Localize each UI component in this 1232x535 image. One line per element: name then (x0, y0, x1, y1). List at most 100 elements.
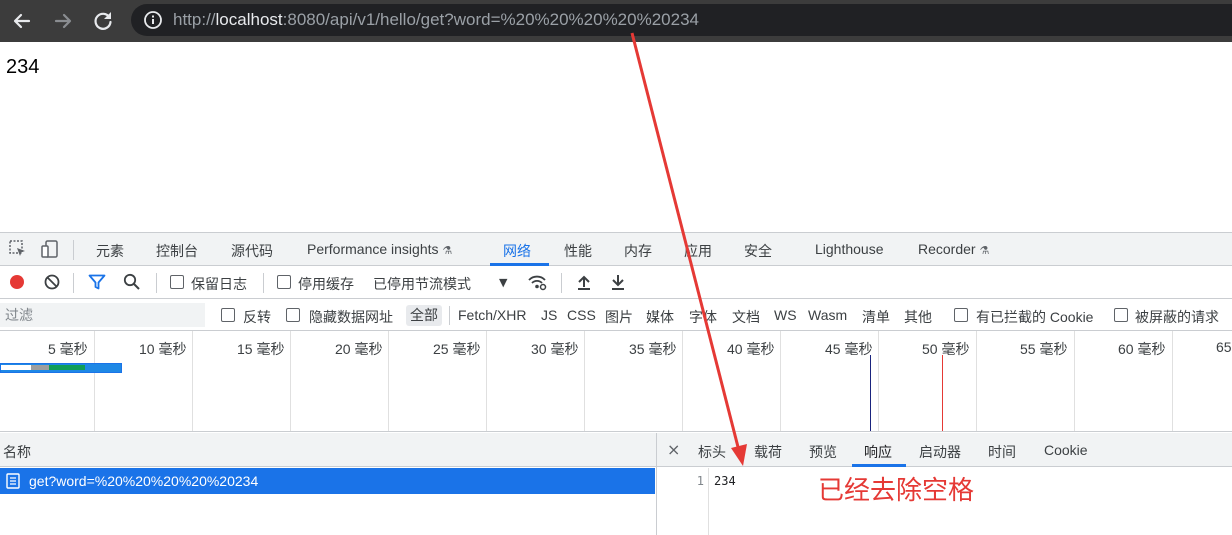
tab-preview[interactable]: 预览 (809, 442, 837, 462)
network-overview[interactable]: 5 毫秒 10 毫秒 15 毫秒 20 毫秒 25 毫秒 30 毫秒 35 毫秒… (0, 331, 1232, 432)
url-text[interactable]: http://localhost:8080/api/v1/hello/get?w… (173, 10, 699, 30)
tab-headers[interactable]: 标头 (698, 442, 726, 462)
waterfall-bar (0, 363, 122, 373)
name-header-label: 名称 (3, 445, 31, 461)
filter-type-css[interactable]: CSS (567, 307, 596, 323)
filter-toggle[interactable] (87, 272, 107, 292)
tab-sources[interactable]: 源代码 (231, 241, 273, 261)
address-bar[interactable]: http://localhost:8080/api/v1/hello/get?w… (131, 4, 1232, 36)
reload-button[interactable] (90, 8, 116, 34)
tick-label: 10 毫秒 (139, 341, 187, 357)
tick-label: 5 毫秒 (48, 341, 88, 357)
info-icon[interactable] (143, 10, 163, 30)
preserve-log-label: 保留日志 (191, 276, 247, 292)
filter-type-manifest[interactable]: 清单 (862, 307, 890, 327)
table-row[interactable]: get?word=%20%20%20%20%20234 (0, 468, 655, 494)
tab-performance[interactable]: 性能 (564, 241, 592, 261)
tick-label: 45 毫秒 (825, 341, 873, 357)
grid-line (290, 331, 291, 431)
wifi-settings-icon (528, 275, 547, 291)
close-icon[interactable]: × (667, 440, 680, 459)
clear-icon (44, 274, 60, 290)
filter-type-doc[interactable]: 文档 (732, 307, 760, 327)
tab-response[interactable]: 响应 (864, 442, 892, 462)
inspect-element-icon[interactable] (8, 239, 28, 259)
chevron-down-icon[interactable]: ▼ (499, 276, 507, 289)
filter-type-img[interactable]: 图片 (605, 307, 633, 327)
page-response-text: 234 (6, 56, 40, 78)
back-button[interactable] (9, 8, 35, 34)
waterfall-segment (1, 365, 31, 370)
grid-line (388, 331, 389, 431)
filter-type-fetch-xhr[interactable]: Fetch/XHR (458, 307, 526, 323)
request-name: get?word=%20%20%20%20%20234 (29, 473, 259, 489)
invert-label: 反转 (243, 309, 271, 325)
url-path: :8080/api/v1/hello/get?word=%20%20%20%20… (282, 10, 699, 29)
forward-button[interactable] (50, 8, 76, 34)
tab-timing[interactable]: 时间 (988, 442, 1016, 462)
filter-type-js[interactable]: JS (541, 307, 557, 323)
divider (449, 306, 450, 325)
filter-type-other[interactable]: 其他 (904, 307, 932, 327)
hide-data-urls-checkbox[interactable] (286, 308, 300, 322)
divider (73, 273, 74, 293)
blocked-requests-checkbox[interactable] (1114, 308, 1128, 322)
export-har-button[interactable] (608, 272, 628, 292)
divider (263, 273, 264, 293)
filter-type-ws[interactable]: WS (774, 307, 797, 323)
download-icon (612, 275, 624, 290)
grid-line (192, 331, 193, 431)
device-toolbar-icon[interactable] (40, 239, 60, 259)
tick-label: 60 毫秒 (1118, 341, 1166, 357)
filter-input[interactable] (0, 303, 205, 327)
tick-label: 20 毫秒 (335, 341, 383, 357)
preserve-log-checkbox[interactable] (170, 275, 184, 289)
active-tab-indicator (852, 464, 906, 467)
record-button[interactable] (7, 272, 27, 292)
name-column-header[interactable]: 名称 (0, 433, 656, 467)
filter-type-all[interactable]: 全部 (406, 305, 442, 326)
filter-type-font[interactable]: 字体 (689, 307, 717, 327)
reload-icon (94, 12, 112, 30)
network-toolbar: 保留日志 停用缓存 已停用节流模式 ▼ (0, 266, 1232, 299)
devtools-panel: 元素 控制台 源代码 Performance insights ⚗ 网络 性能 … (0, 232, 1232, 535)
requests-area: 名称 get?word=%20%20%20%20%20234 × 标头 载荷 预… (0, 433, 1232, 535)
disable-cache-checkbox[interactable] (277, 275, 291, 289)
grid-line (1172, 331, 1173, 431)
tab-network[interactable]: 网络 (503, 241, 531, 261)
tab-cookies[interactable]: Cookie (1044, 442, 1088, 458)
tab-payload[interactable]: 载荷 (754, 442, 782, 462)
tab-elements[interactable]: 元素 (96, 241, 124, 261)
grid-line (780, 331, 781, 431)
tab-initiator[interactable]: 启动器 (919, 442, 961, 462)
invert-checkbox[interactable] (221, 308, 235, 322)
tick-label: 55 毫秒 (1020, 341, 1068, 357)
tab-label: Recorder (918, 241, 976, 257)
tab-lighthouse[interactable]: Lighthouse (815, 241, 884, 257)
tick-label: 15 毫秒 (237, 341, 285, 357)
grid-line (94, 331, 95, 431)
filter-type-media[interactable]: 媒体 (646, 307, 674, 327)
tab-security[interactable]: 安全 (744, 241, 772, 261)
throttling-select[interactable]: 已停用节流模式 (373, 274, 471, 294)
network-conditions-button[interactable] (527, 272, 547, 292)
waterfall-segment (49, 365, 85, 370)
annotation-text: 已经去除空格 (818, 476, 975, 506)
tick-label: 35 毫秒 (629, 341, 677, 357)
line-number: 1 (696, 474, 704, 488)
flask-icon: ⚗ (442, 245, 453, 257)
divider (73, 240, 74, 260)
tab-console[interactable]: 控制台 (156, 241, 198, 261)
divider (561, 273, 562, 293)
tab-recorder[interactable]: Recorder ⚗ (918, 241, 989, 257)
record-icon (10, 275, 24, 289)
clear-button[interactable] (42, 272, 62, 292)
import-har-button[interactable] (574, 272, 594, 292)
tab-performance-insights[interactable]: Performance insights ⚗ (307, 241, 452, 257)
filter-type-wasm[interactable]: Wasm (808, 307, 847, 323)
blocked-cookies-checkbox[interactable] (954, 308, 968, 322)
tab-memory[interactable]: 内存 (624, 241, 652, 261)
detail-tab-bar: × 标头 载荷 预览 响应 启动器 时间 Cookie (657, 433, 1232, 467)
search-button[interactable] (122, 272, 142, 292)
tab-application[interactable]: 应用 (684, 241, 712, 261)
